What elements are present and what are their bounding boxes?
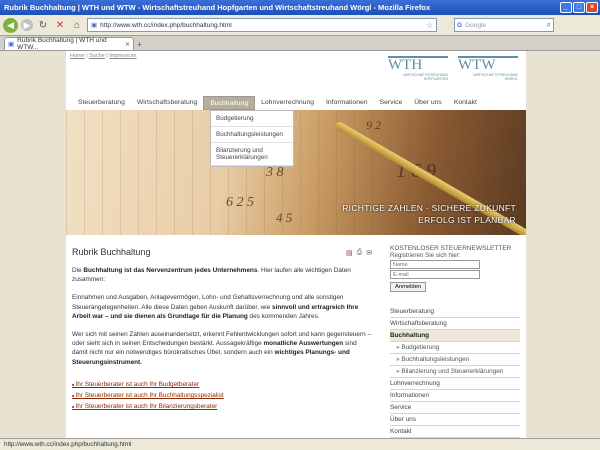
window-controls: _ □ × bbox=[560, 2, 600, 13]
close-icon[interactable]: × bbox=[586, 2, 598, 13]
sidebar: KOSTENLOSER STEUERNEWSLETTER Registriere… bbox=[390, 245, 520, 438]
email-field[interactable] bbox=[390, 270, 480, 279]
page-viewport: Home | Suche | Impressum WTH WIRTSCHAFTS… bbox=[0, 51, 600, 438]
newsletter-submit-button[interactable]: Anmelden bbox=[390, 282, 427, 292]
home-icon[interactable]: ⌂ bbox=[70, 18, 84, 32]
name-field[interactable] bbox=[390, 260, 480, 269]
dropdown-buchhaltungsleistungen[interactable]: Buchhaltungsleistungen bbox=[211, 127, 293, 143]
url-bar[interactable]: ▣ http://www.wth.cc/index.php/buchhaltun… bbox=[87, 18, 437, 32]
search-placeholder: Google bbox=[465, 21, 487, 29]
search-icon[interactable]: ⌕ bbox=[547, 20, 551, 30]
forward-button[interactable]: ▶ bbox=[21, 19, 33, 31]
tab-bar: ▣ Rubrik Buchhaltung | WTH und WTW... ✕ … bbox=[0, 36, 600, 51]
sidebar-item-wirtschaftsberatung[interactable]: Wirtschaftsberatung bbox=[390, 318, 520, 330]
sidebar-item-buchhaltungsleistungen[interactable]: Buchhaltungsleistungen bbox=[390, 354, 520, 366]
status-bar: http://www.wth.cc/index.php/buchhaltung.… bbox=[0, 438, 600, 450]
related-links: Ihr Steuerberater ist auch Ihr Budgetber… bbox=[72, 379, 372, 413]
tab-title: Rubrik Buchhaltung | WTH und WTW... bbox=[17, 37, 107, 51]
link-budgetberater[interactable]: Ihr Steuerberater ist auch Ihr Budgetber… bbox=[72, 379, 372, 390]
menu-buchhaltung[interactable]: Buchhaltung bbox=[203, 96, 256, 110]
sidebar-item-informationen[interactable]: Informationen bbox=[390, 390, 520, 402]
sidebar-item-steuerberatung[interactable]: Steuerberatung bbox=[390, 306, 520, 318]
maximize-icon[interactable]: □ bbox=[573, 2, 585, 13]
newsletter-subtitle: Registrieren Sie sich hier: bbox=[390, 252, 461, 259]
minimize-icon[interactable]: _ bbox=[560, 2, 572, 13]
sidebar-item-buchhaltung[interactable]: Buchhaltung bbox=[390, 330, 520, 342]
sidebar-item-budgetierung[interactable]: Budgetierung bbox=[390, 342, 520, 354]
tab-close-icon[interactable]: ✕ bbox=[125, 41, 130, 48]
impressum-link[interactable]: Impressum bbox=[109, 53, 136, 59]
browser-toolbar: ◀ ▶ ↻ ✕ ⌂ ▣ http://www.wth.cc/index.php/… bbox=[0, 15, 600, 36]
window-title: Rubrik Buchhaltung | WTH und WTW - Wirts… bbox=[4, 3, 431, 12]
main-menu: Steuerberatung Wirtschaftsberatung Buchh… bbox=[66, 95, 526, 110]
wth-logo[interactable]: WTH WIRTSCHAFTSTREUHAND HOPFGARTEN bbox=[388, 56, 448, 81]
search-link[interactable]: Suche bbox=[89, 53, 105, 59]
menu-kontakt[interactable]: Kontakt bbox=[448, 95, 483, 110]
site-favicon-icon: ▣ bbox=[91, 22, 98, 29]
paragraph-2: Einnahmen und Ausgaben, Anlagevermögen, … bbox=[72, 294, 359, 320]
tab-buchhaltung[interactable]: ▣ Rubrik Buchhaltung | WTH und WTW... ✕ bbox=[4, 37, 134, 51]
page-title: Rubrik Buchhaltung bbox=[72, 247, 151, 257]
window-titlebar: Rubrik Buchhaltung | WTH und WTW - Wirts… bbox=[0, 0, 600, 15]
sidebar-nav: Steuerberatung Wirtschaftsberatung Buchh… bbox=[390, 306, 520, 438]
menu-ueber-uns[interactable]: Über uns bbox=[408, 95, 448, 110]
new-tab-icon[interactable]: + bbox=[137, 40, 142, 50]
home-link[interactable]: Home bbox=[70, 53, 85, 59]
header-banner: 7 3 8 6 2 5 4 5 1 6 9 9 2 RICHTIGE ZAHLE… bbox=[66, 110, 526, 235]
buchhaltung-dropdown: Budgetierung Buchhaltungsleistungen Bila… bbox=[210, 110, 294, 167]
sidebar-item-lohnverrechnung[interactable]: Lohnverrechnung bbox=[390, 378, 520, 390]
sidebar-item-service[interactable]: Service bbox=[390, 402, 520, 414]
link-bilanzierungsberater[interactable]: Ihr Steuerberater ist auch Ihr Bilanzier… bbox=[72, 401, 372, 412]
link-buchhaltungsspezialist[interactable]: Ihr Steuerberater ist auch Ihr Buchhaltu… bbox=[72, 390, 372, 401]
top-links: Home | Suche | Impressum bbox=[70, 53, 137, 59]
menu-steuerberatung[interactable]: Steuerberatung bbox=[72, 95, 131, 110]
paragraph-1: Die Buchhaltung ist das Nervenzentrum je… bbox=[72, 267, 351, 284]
back-button[interactable]: ◀ bbox=[3, 17, 18, 33]
status-text: http://www.wth.cc/index.php/buchhaltung.… bbox=[4, 441, 132, 448]
menu-wirtschaftsberatung[interactable]: Wirtschaftsberatung bbox=[131, 95, 203, 110]
sidebar-item-ueber-uns[interactable]: Über uns bbox=[390, 414, 520, 426]
dropdown-bilanzierung[interactable]: Bilanzierung und Steuererklärungen bbox=[211, 143, 293, 166]
reload-icon[interactable]: ↻ bbox=[36, 18, 50, 32]
sidebar-item-bilanzierung[interactable]: Bilanzierung und Steuererklärungen bbox=[390, 366, 520, 378]
search-input[interactable]: G Google ⌕ bbox=[454, 18, 554, 32]
stop-icon[interactable]: ✕ bbox=[53, 18, 67, 32]
menu-lohnverrechnung[interactable]: Lohnverrechnung bbox=[255, 95, 320, 110]
url-text: http://www.wth.cc/index.php/buchhaltung.… bbox=[100, 21, 232, 29]
main-content: Rubrik Buchhaltung Die Buchhaltung ist d… bbox=[72, 247, 372, 412]
menu-informationen[interactable]: Informationen bbox=[320, 95, 374, 110]
banner-slogan: RICHTIGE ZAHLEN · SICHERE ZUKUNFT ERFOLG… bbox=[342, 203, 516, 225]
google-icon: G bbox=[457, 21, 463, 29]
newsletter-title: KOSTENLOSER STEUERNEWSLETTER bbox=[390, 245, 512, 252]
wtw-logo[interactable]: WTW WIRTSCHAFTSTREUHAND WÖRGL bbox=[458, 56, 518, 81]
page-container: Home | Suche | Impressum WTH WIRTSCHAFTS… bbox=[66, 51, 526, 438]
dropdown-budgetierung[interactable]: Budgetierung bbox=[211, 111, 293, 127]
tab-favicon-icon: ▣ bbox=[8, 41, 15, 48]
sidebar-item-kontakt[interactable]: Kontakt bbox=[390, 426, 520, 438]
bookmark-star-icon[interactable]: ☆ bbox=[426, 21, 433, 30]
menu-service[interactable]: Service bbox=[374, 95, 409, 110]
paragraph-3: Wer sich mit seinen Zahlen auseinanderse… bbox=[72, 331, 371, 366]
